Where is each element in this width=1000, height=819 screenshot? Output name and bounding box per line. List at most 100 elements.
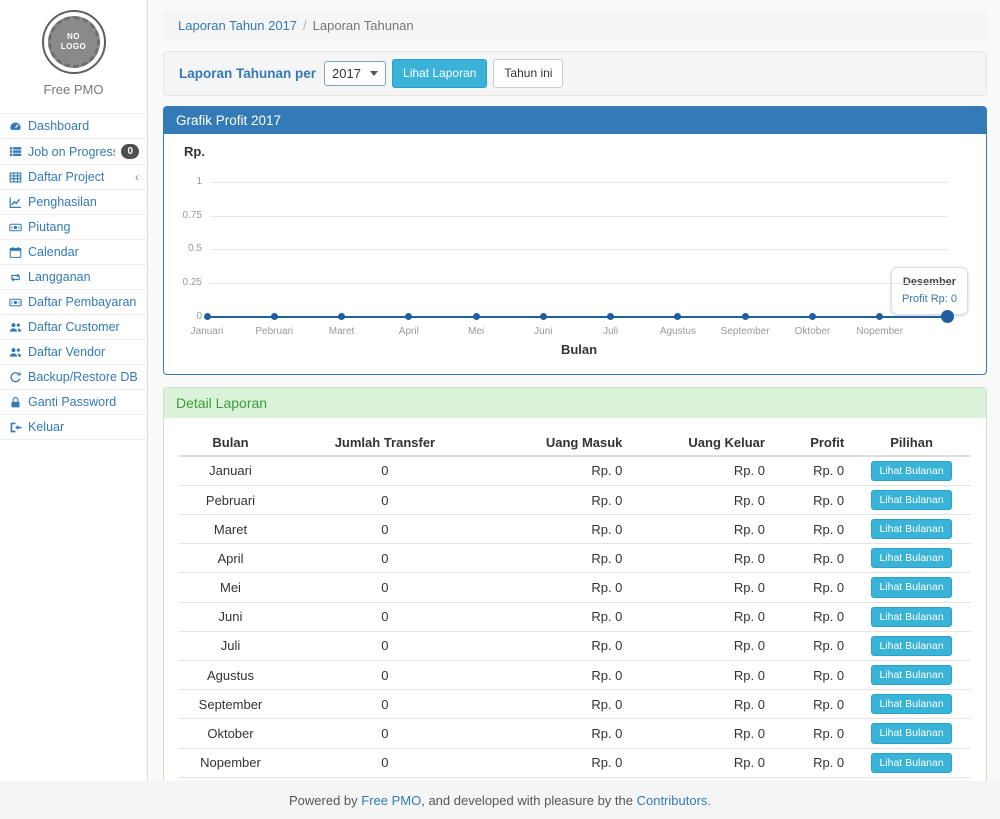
sidebar-item-label: Daftar Customer (28, 320, 120, 334)
cell-uang-masuk: Rp. 0 (488, 631, 631, 660)
data-point-nopember[interactable] (876, 313, 883, 320)
cell-pilihan: Lihat Bulanan (852, 456, 971, 486)
sidebar-item-label: Penghasilan (28, 195, 97, 209)
cell-profit: Rp. 0 (773, 690, 852, 719)
y-axis-tick: 0 (164, 311, 202, 322)
page-footer: Powered by Free PMO, and developed with … (0, 781, 1000, 819)
data-point-desember[interactable] (941, 310, 954, 323)
sidebar-item-calendar[interactable]: Calendar (0, 240, 147, 265)
cell-jumlah-transfer: 0 (282, 456, 488, 486)
cell-bulan: Juni (179, 602, 282, 631)
cell-jumlah-transfer: 0 (282, 515, 488, 544)
cell-uang-keluar: Rp. 0 (630, 602, 773, 631)
breadcrumb: Laporan Tahun 2017/Laporan Tahunan (163, 10, 987, 41)
cell-uang-keluar: Rp. 0 (630, 544, 773, 573)
y-axis-tick: 0.5 (164, 243, 202, 254)
cell-bulan: Juli (179, 631, 282, 660)
lihat-bulanan-button[interactable]: Lihat Bulanan (871, 548, 951, 568)
sidebar-item-daftar-customer[interactable]: Daftar Customer (0, 315, 147, 340)
footer-prefix: Powered by (289, 793, 361, 808)
retweet-icon (8, 271, 22, 284)
table-row-mei: Mei0Rp. 0Rp. 0Rp. 0Lihat Bulanan (179, 573, 971, 602)
sidebar-item-label: Daftar Vendor (28, 345, 105, 359)
y-axis-title: Rp. (184, 144, 205, 159)
data-point-september[interactable] (742, 313, 749, 320)
no-logo-badge: NO LOGO (48, 16, 100, 68)
sidebar-item-piutang[interactable]: Piutang (0, 215, 147, 240)
lihat-bulanan-button[interactable]: Lihat Bulanan (871, 636, 951, 656)
cell-bulan: April (179, 544, 282, 573)
sidebar-item-keluar[interactable]: Keluar (0, 415, 147, 440)
sidebar-item-ganti-password[interactable]: Ganti Password (0, 390, 147, 415)
data-point-april[interactable] (405, 313, 412, 320)
tahun-ini-button[interactable]: Tahun ini (493, 59, 563, 88)
data-point-pebruari[interactable] (271, 313, 278, 320)
cell-jumlah-transfer: 0 (282, 719, 488, 748)
lihat-bulanan-button[interactable]: Lihat Bulanan (871, 461, 951, 481)
lihat-bulanan-button[interactable]: Lihat Bulanan (871, 490, 951, 510)
year-select[interactable]: 2017 (324, 61, 386, 86)
column-header-uang-keluar: Uang Keluar (630, 430, 773, 456)
data-point-oktober[interactable] (809, 313, 816, 320)
cell-pilihan: Lihat Bulanan (852, 719, 971, 748)
data-point-juni[interactable] (540, 313, 547, 320)
report-panel-body: BulanJumlah TransferUang MasukUang Kelua… (164, 418, 986, 781)
cell-bulan: Pebruari (179, 485, 282, 514)
lihat-bulanan-button[interactable]: Lihat Bulanan (871, 694, 951, 714)
lihat-bulanan-button[interactable]: Lihat Bulanan (871, 519, 951, 539)
lihat-laporan-button[interactable]: Lihat Laporan (392, 59, 487, 88)
data-point-juli[interactable] (607, 313, 614, 320)
cell-uang-masuk: Rp. 0 (488, 456, 631, 486)
cell-jumlah-transfer: 0 (282, 748, 488, 777)
sidebar-item-job-on-progress[interactable]: Job on Progress0 (0, 139, 147, 165)
detail-report-panel: Detail Laporan BulanJumlah TransferUang … (163, 387, 987, 781)
sidebar-item-daftar-pembayaran[interactable]: Daftar Pembayaran (0, 290, 147, 315)
cell-profit: Rp. 0 (773, 544, 852, 573)
cell-pilihan: Lihat Bulanan (852, 661, 971, 690)
lihat-bulanan-button[interactable]: Lihat Bulanan (871, 607, 951, 627)
breadcrumb-separator: / (303, 18, 307, 33)
cell-bulan: Nopember (179, 748, 282, 777)
sidebar-item-penghasilan[interactable]: Penghasilan (0, 190, 147, 215)
sidebar-item-langganan[interactable]: Langganan (0, 265, 147, 290)
lihat-bulanan-button[interactable]: Lihat Bulanan (871, 723, 951, 743)
y-axis-tick: 0.25 (164, 277, 202, 288)
cell-uang-keluar: Rp. 0 (630, 661, 773, 690)
logo-text-line1: NO (67, 32, 80, 42)
chevron-down-icon (370, 71, 378, 76)
sidebar-item-backup-restore-db[interactable]: Backup/Restore DB (0, 365, 147, 390)
sidebar-item-dashboard[interactable]: Dashboard (0, 114, 147, 139)
data-point-maret[interactable] (338, 313, 345, 320)
cell-uang-masuk: Rp. 0 (488, 485, 631, 514)
sidebar-item-daftar-project[interactable]: Daftar Project‹ (0, 165, 147, 190)
logo-text-line2: LOGO (61, 42, 87, 52)
page: NO LOGO Free PMO Dashboard Job on Progres… (0, 0, 1000, 819)
cell-uang-keluar: Rp. 0 (630, 748, 773, 777)
sidebar-item-daftar-vendor[interactable]: Daftar Vendor (0, 340, 147, 365)
free-pmo-link[interactable]: Free PMO (361, 793, 421, 808)
data-point-januari[interactable] (204, 313, 211, 320)
chart-tooltip: Desember Profit Rp: 0 (891, 267, 968, 315)
lihat-bulanan-button[interactable]: Lihat Bulanan (871, 577, 951, 597)
brand-name: Free PMO (0, 82, 147, 97)
cell-uang-masuk: Rp. 0 (488, 690, 631, 719)
cell-uang-keluar: Rp. 0 (630, 690, 773, 719)
table-row-januari: Januari0Rp. 0Rp. 0Rp. 0Lihat Bulanan (179, 456, 971, 486)
sidebar-item-label: Ganti Password (28, 395, 116, 409)
sidebar: NO LOGO Free PMO Dashboard Job on Progres… (0, 0, 148, 781)
cell-uang-keluar: Rp. 0 (630, 719, 773, 748)
cell-jumlah-transfer: 0 (282, 690, 488, 719)
data-point-agustus[interactable] (674, 313, 681, 320)
chart-panel-title: Grafik Profit 2017 (164, 107, 986, 134)
contributors-link[interactable]: Contributors. (637, 793, 711, 808)
lihat-bulanan-button[interactable]: Lihat Bulanan (871, 665, 951, 685)
lihat-bulanan-button[interactable]: Lihat Bulanan (871, 753, 951, 773)
breadcrumb-parent-link[interactable]: Laporan Tahun 2017 (178, 18, 297, 33)
cell-uang-masuk: Rp. 0 (488, 515, 631, 544)
data-point-mei[interactable] (473, 313, 480, 320)
x-axis-tick: Nopember (840, 326, 920, 337)
cell-uang-keluar: Rp. 0 (630, 456, 773, 486)
cell-profit: Rp. 0 (773, 631, 852, 660)
sidebar-item-label: Dashboard (28, 119, 89, 133)
cell-uang-masuk: Rp. 0 (488, 719, 631, 748)
